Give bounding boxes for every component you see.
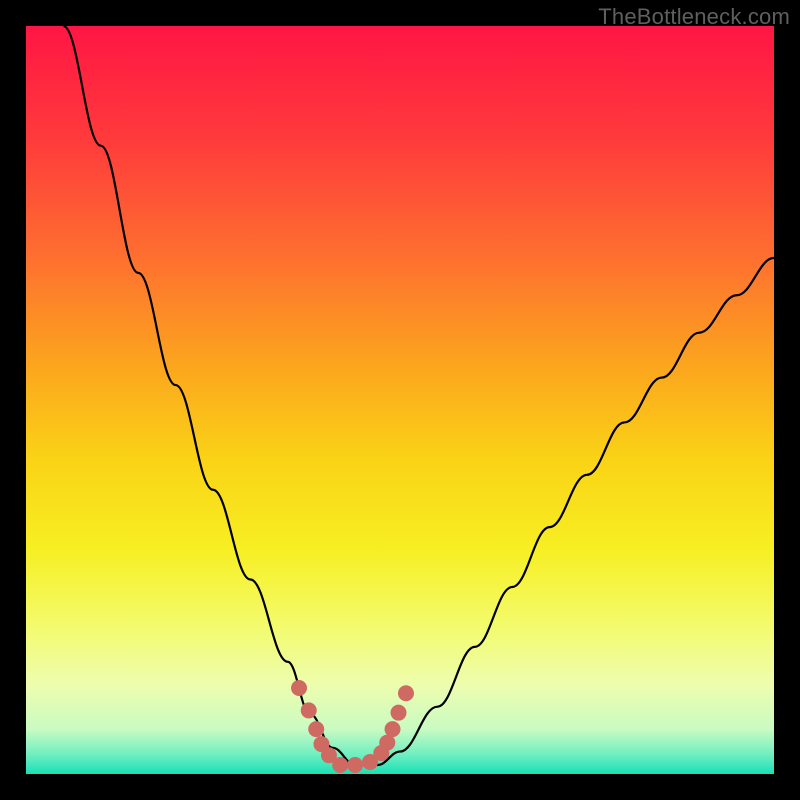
optimal-dot bbox=[291, 680, 307, 696]
optimal-dot bbox=[308, 721, 324, 737]
optimal-dot bbox=[385, 721, 401, 737]
bottleneck-chart bbox=[26, 26, 774, 774]
optimal-dot bbox=[398, 685, 414, 701]
optimal-dot bbox=[332, 757, 348, 773]
chart-frame: TheBottleneck.com bbox=[0, 0, 800, 800]
optimal-dot bbox=[301, 702, 317, 718]
gradient-background bbox=[26, 26, 774, 774]
optimal-dot bbox=[391, 705, 407, 721]
optimal-dot bbox=[347, 757, 363, 773]
